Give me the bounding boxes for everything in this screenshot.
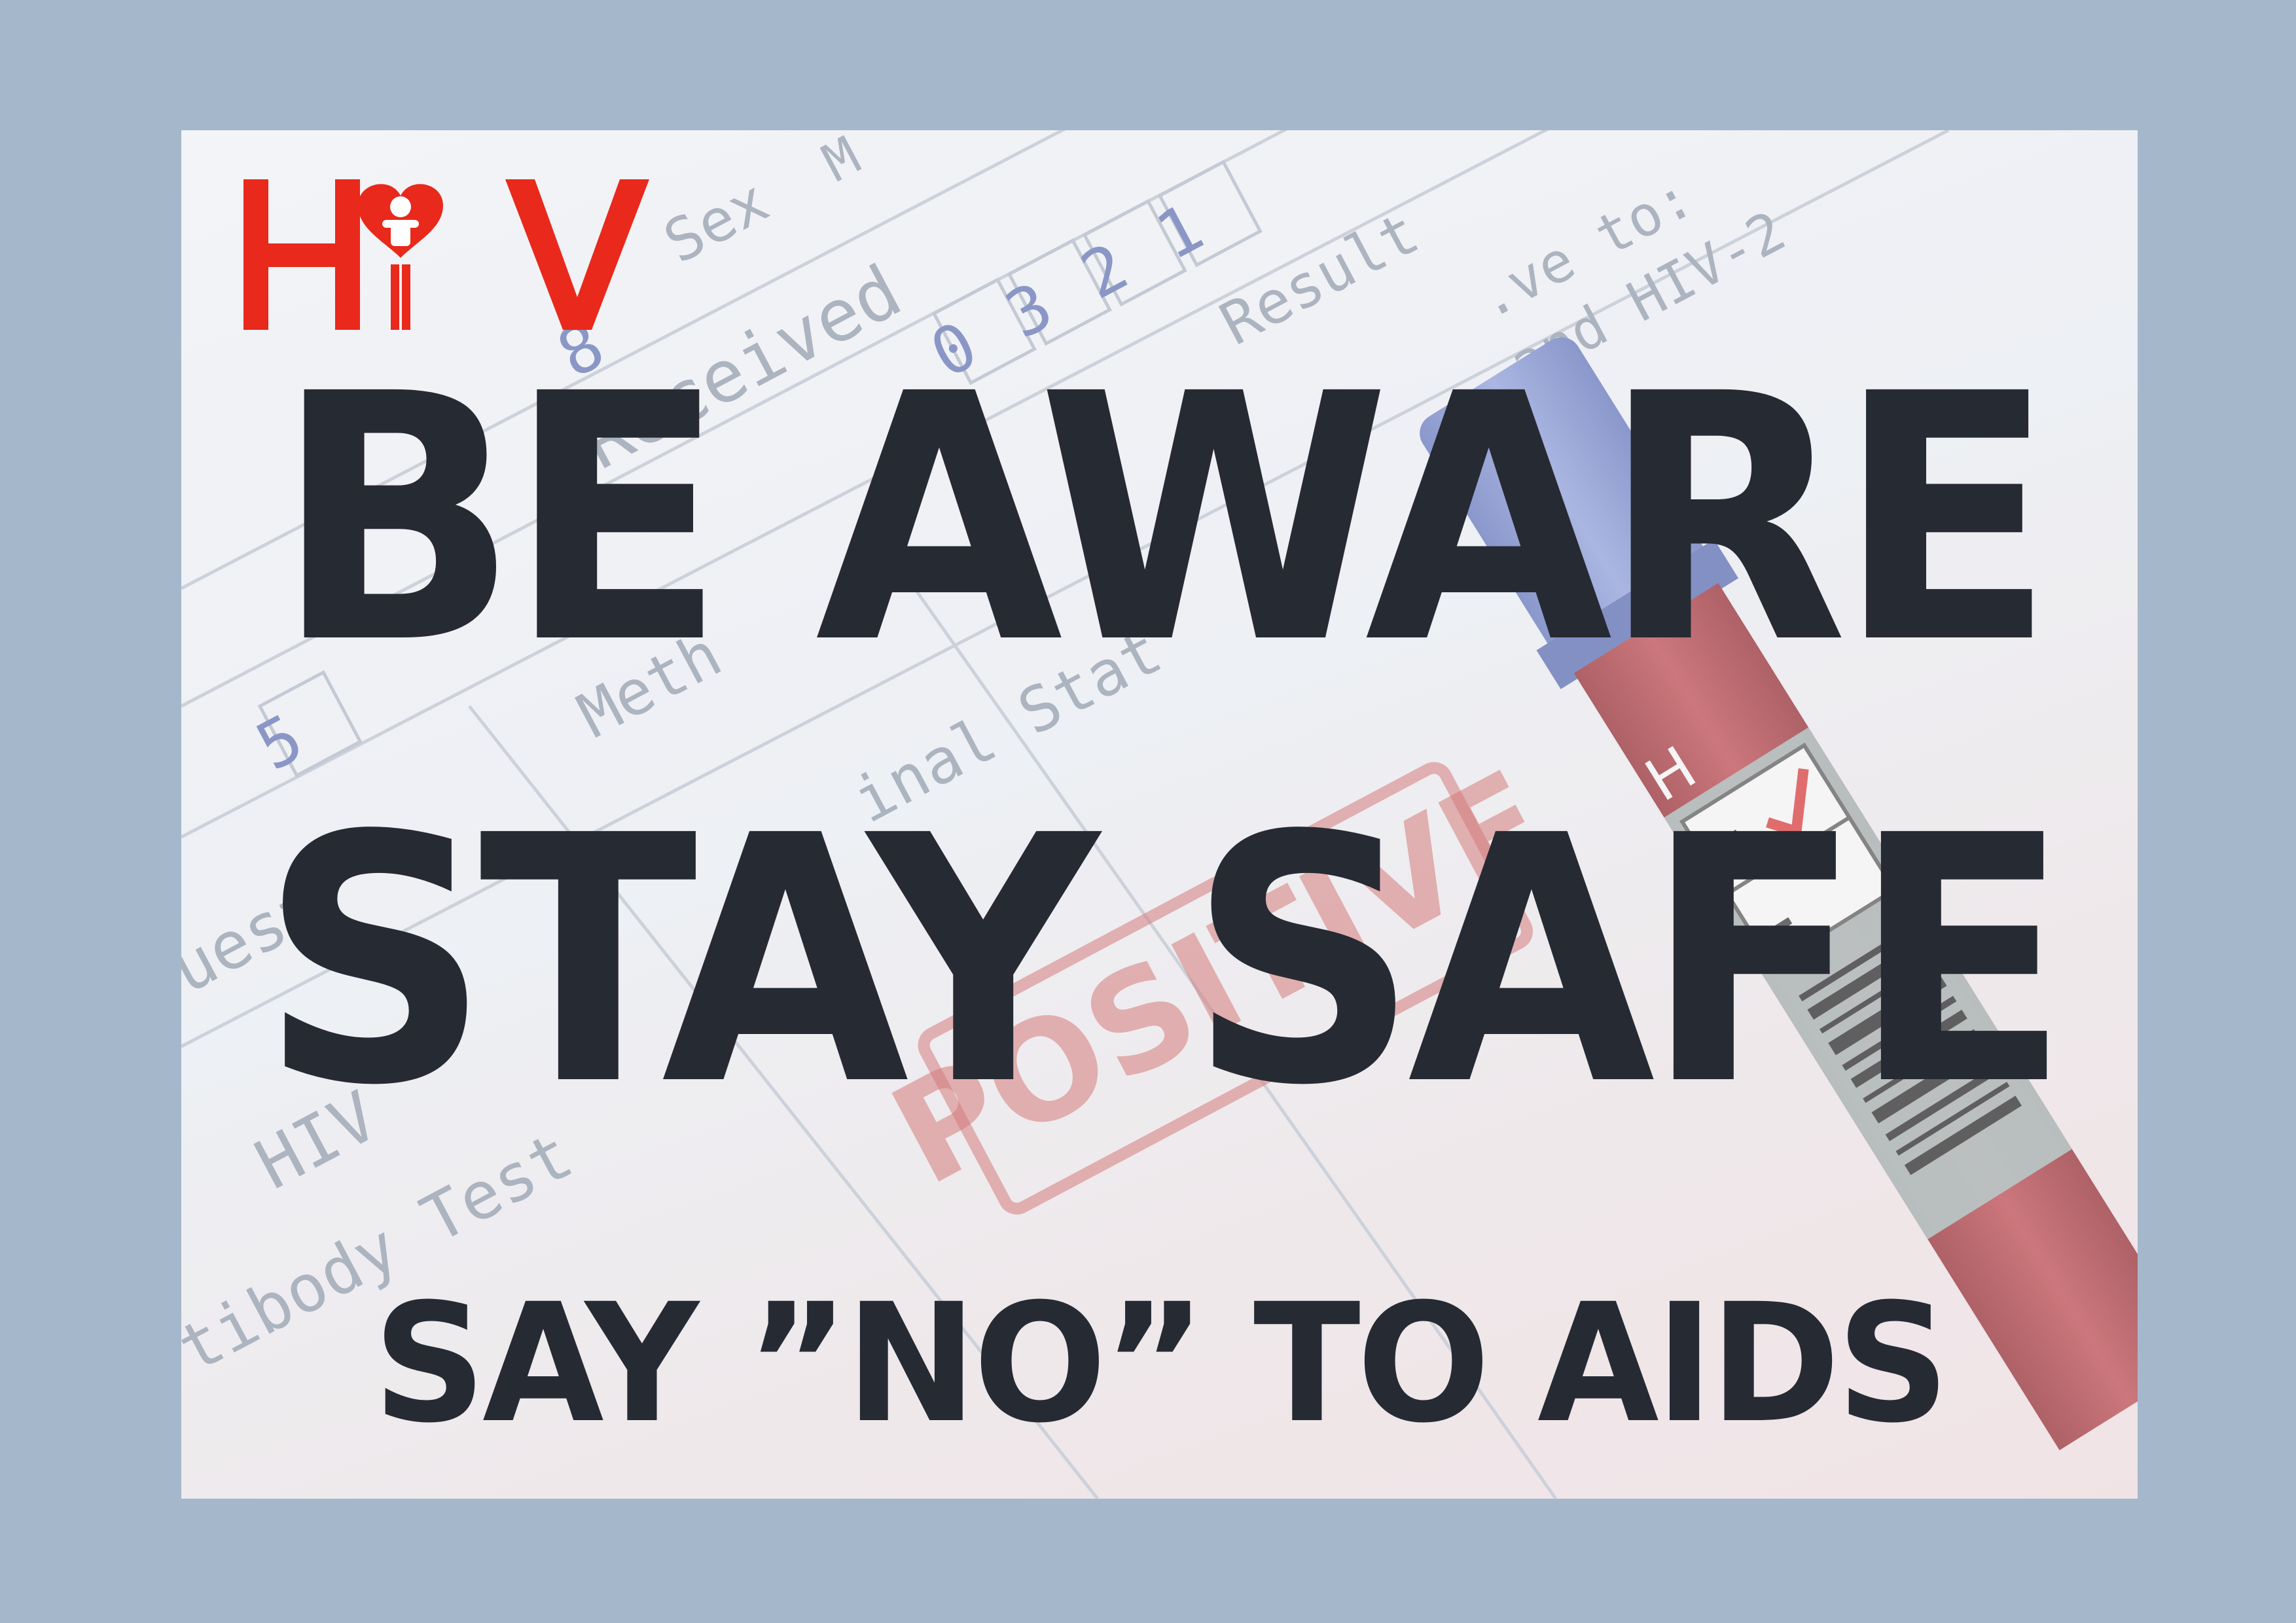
headline-say-no-to-aids: SAY ”NO” TO AIDS: [372, 1268, 1950, 1459]
hiv-logo: [243, 179, 649, 330]
headline-be-aware: BE AWARE: [274, 321, 2055, 718]
poster: Sex M Received Result Meth inal Stat ues…: [181, 130, 2138, 1499]
headline-stay-safe: STAY SAFE: [259, 763, 2070, 1160]
